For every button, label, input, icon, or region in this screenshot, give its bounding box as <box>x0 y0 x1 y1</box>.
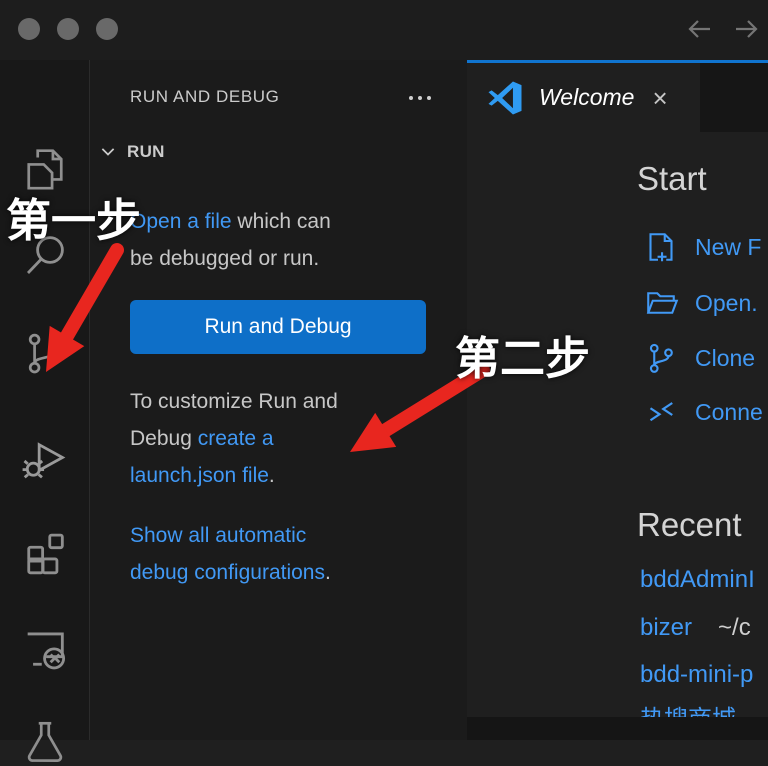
tab-bar: Welcome × <box>467 60 768 132</box>
start-item-open[interactable]: Open. <box>643 285 758 321</box>
git-clone-icon <box>643 340 679 376</box>
chevron-down-icon <box>98 142 118 162</box>
recent-heading: Recent <box>637 506 742 544</box>
new-file-icon <box>643 229 679 265</box>
run-and-debug-button[interactable]: Run and Debug <box>130 300 426 354</box>
tab-welcome[interactable]: Welcome × <box>467 63 700 132</box>
remote-explorer-icon[interactable] <box>0 622 89 674</box>
recent-item[interactable]: bdd-mini-p <box>640 661 753 689</box>
recent-item[interactable]: 热搜商城 <box>640 699 736 717</box>
open-folder-icon <box>643 285 679 321</box>
testing-icon[interactable] <box>0 716 89 766</box>
traffic-light-minimize[interactable] <box>57 18 79 40</box>
tab-label: Welcome <box>539 84 634 111</box>
create-launch-json-link[interactable]: create a <box>198 427 274 450</box>
run-and-debug-panel: RUN AND DEBUG RUN Open a file which can … <box>90 60 467 740</box>
open-a-file-link[interactable]: Open a file <box>130 210 232 233</box>
editor-group: Welcome × Start New F Open. <box>467 60 768 740</box>
tab-close-icon[interactable]: × <box>652 85 667 111</box>
run-section-label: RUN <box>127 142 165 162</box>
show-auto-configs: Show all automatic debug configurations. <box>130 517 331 591</box>
activity-bar <box>0 60 90 740</box>
recent-item[interactable]: bddAdminI <box>640 566 755 594</box>
nav-forward-icon[interactable] <box>730 12 764 46</box>
start-item-new-file[interactable]: New F <box>643 229 761 265</box>
vscode-logo-icon <box>487 80 523 116</box>
show-all-auto-debug-link[interactable]: Show all automatic <box>130 524 306 547</box>
run-section-header[interactable]: RUN <box>98 142 165 162</box>
start-item-clone[interactable]: Clone <box>643 340 755 376</box>
titlebar <box>0 0 768 61</box>
annotation-step2: 第二步 <box>455 322 590 387</box>
panel-more-actions-icon[interactable] <box>402 88 438 108</box>
customize-hint: To customize Run and Debug create a laun… <box>130 383 338 494</box>
editor-bottom-strip <box>467 717 768 740</box>
annotation-step1: 第一步 <box>6 184 141 249</box>
nav-back-icon[interactable] <box>682 12 716 46</box>
traffic-light-close[interactable] <box>18 18 40 40</box>
traffic-light-maximize[interactable] <box>96 18 118 40</box>
show-all-auto-debug-link-2[interactable]: debug configurations <box>130 561 325 584</box>
start-item-connect[interactable]: Conne <box>643 394 763 430</box>
welcome-page: Start New F Open. Clone <box>467 132 768 717</box>
remote-connect-icon <box>643 394 679 430</box>
source-control-icon[interactable] <box>0 328 89 378</box>
panel-title: RUN AND DEBUG <box>130 87 280 107</box>
run-and-debug-icon[interactable] <box>0 426 89 482</box>
open-file-hint: Open a file which can be debugged or run… <box>130 203 331 277</box>
create-launch-json-link-2[interactable]: launch.json file <box>130 464 269 487</box>
start-heading: Start <box>637 160 707 198</box>
recent-item[interactable]: bizer~/c <box>640 614 751 642</box>
extensions-icon[interactable] <box>0 526 89 578</box>
